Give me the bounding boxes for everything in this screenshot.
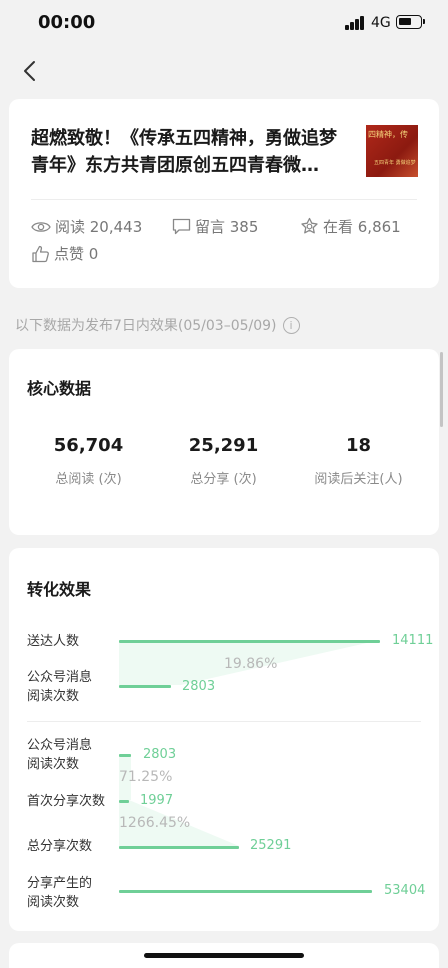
row-label-share-reads: 分享产生的 阅读次数 [27,876,93,910]
back-button[interactable] [14,56,44,86]
metric-value: 56,704 [53,435,124,456]
rate-first-to-total-share: 1266.45% [119,815,191,831]
row-label-msg-reads: 公众号消息 阅读次数 [27,670,93,704]
row-label-msg-reads-2: 公众号消息 阅读次数 [27,738,93,772]
group-divider [27,721,421,722]
metric-value: 18 [345,435,372,456]
comment-count: 留言 385 [195,218,259,236]
conversion-title: 转化效果 [27,580,92,599]
info-icon[interactable]: i [282,316,300,334]
read-count: 阅读 20,443 [55,218,143,236]
like-count: 点赞 0 [54,245,99,263]
rate-read-to-first-share: 71.25% [119,769,173,785]
bar-delivered [119,640,380,643]
thumbnail-text: 四精神，传 [368,130,408,139]
value-msg-reads-2: 2803 [143,747,177,762]
metric-label: 阅读后关注(人) [314,472,403,487]
status-time: 00:00 [38,12,96,33]
thumbnail-subtext: 五四青年 勇做追梦 [374,160,416,166]
network-label: 4G [371,15,391,31]
thumbs-up-icon [32,245,49,262]
article-title[interactable]: 超燃致敬！《传承五四精神，勇做追梦青年》东方共青团原创五四青春微… [31,125,349,179]
rate-delivered-to-read: 19.86% [224,656,278,672]
metric-value: 25,291 [188,435,259,456]
core-data-card: 核心数据 56,704 总阅读 (次) 25,291 总分享 (次) 18 阅读… [9,349,439,535]
metric-total-shares: 25,291 总分享 (次) [152,435,295,487]
row-label-total-shares: 总分享次数 [27,839,93,854]
period-note: 以下数据为发布7日内效果(05/03–05/09) i [15,315,300,335]
bar-msg-reads [119,685,171,688]
metric-label: 总分享 (次) [190,472,257,487]
row-label-delivered: 送达人数 [27,634,80,649]
metric-total-reads: 56,704 总阅读 (次) [17,435,160,487]
metric-follows: 18 阅读后关注(人) [287,435,430,487]
home-indicator[interactable] [144,953,304,958]
metric-label: 总阅读 (次) [55,472,122,487]
article-card[interactable]: 超燃致敬！《传承五四精神，勇做追梦青年》东方共青团原创五四青春微… 四精神，传 … [9,99,439,288]
bar-first-shares [119,800,129,803]
value-delivered: 14111 [392,633,434,648]
signal-icon [345,16,365,30]
bar-msg-reads-2 [119,754,131,757]
bar-total-shares [119,846,239,849]
back-chevron-icon [24,61,35,81]
watching-stat: 在看 6,861 [300,216,401,237]
comment-icon [172,218,191,235]
comment-stat: 留言 385 [172,216,258,237]
read-stat: 阅读 20,443 [31,216,142,237]
watching-count: 在看 6,861 [323,218,401,236]
battery-icon [396,15,422,29]
bar-share-reads [119,890,372,893]
eye-icon [31,221,51,232]
article-thumbnail[interactable]: 四精神，传 五四青年 勇做追梦 [366,125,418,177]
watching-icon [301,217,318,234]
value-total-shares: 25291 [250,838,292,853]
battery-tip [423,19,425,24]
divider [31,199,417,200]
core-data-title: 核心数据 [27,379,92,398]
value-share-reads: 53404 [384,883,426,898]
value-first-shares: 1997 [140,793,174,808]
period-note-text: 以下数据为发布7日内效果(05/03–05/09) [15,318,277,334]
row-label-first-shares: 首次分享次数 [27,794,106,809]
conversion-card: 转化效果 送达人数 14111 19.86% 公众号消息 阅读次数 2803 公… [9,548,439,931]
value-msg-reads: 2803 [182,679,216,694]
like-stat: 点赞 0 [31,243,98,264]
status-bar: 00:00 4G [0,0,448,48]
scrollbar[interactable] [440,352,443,427]
